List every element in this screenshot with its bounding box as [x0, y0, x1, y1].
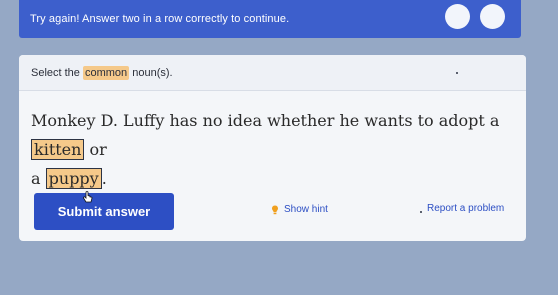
- decorative-dot: [420, 211, 422, 213]
- submit-answer-button[interactable]: Submit answer: [34, 193, 174, 230]
- question-prompt: Select the common noun(s).: [19, 55, 526, 91]
- sentence-text-2: or: [89, 140, 107, 159]
- report-problem-link[interactable]: Report a problem: [427, 203, 504, 214]
- word-option-puppy[interactable]: puppy: [45, 168, 102, 189]
- prompt-prefix: Select the: [31, 66, 80, 79]
- hand-cursor-icon: [83, 191, 93, 203]
- progress-dot-2: [480, 4, 505, 29]
- prompt-highlight-word: common: [82, 65, 130, 80]
- progress-dot-1: [445, 4, 470, 29]
- sentence-text-1: Monkey D. Luffy has no idea whether he w…: [31, 111, 500, 130]
- lightbulb-icon: [272, 205, 278, 214]
- feedback-message: Try again! Answer two in a row correctly…: [30, 13, 290, 25]
- sentence-text-3: a: [31, 169, 41, 188]
- show-hint-label[interactable]: Show hint: [284, 204, 328, 215]
- show-hint-link[interactable]: Show hint: [271, 204, 328, 215]
- question-sentence: Monkey D. Luffy has no idea whether he w…: [31, 106, 521, 193]
- sentence-end: .: [101, 169, 107, 188]
- question-card: Select the common noun(s). Monkey D. Luf…: [19, 55, 526, 241]
- prompt-suffix: noun(s).: [132, 66, 173, 79]
- decorative-dot: [456, 72, 458, 74]
- word-option-kitten[interactable]: kitten: [31, 139, 85, 160]
